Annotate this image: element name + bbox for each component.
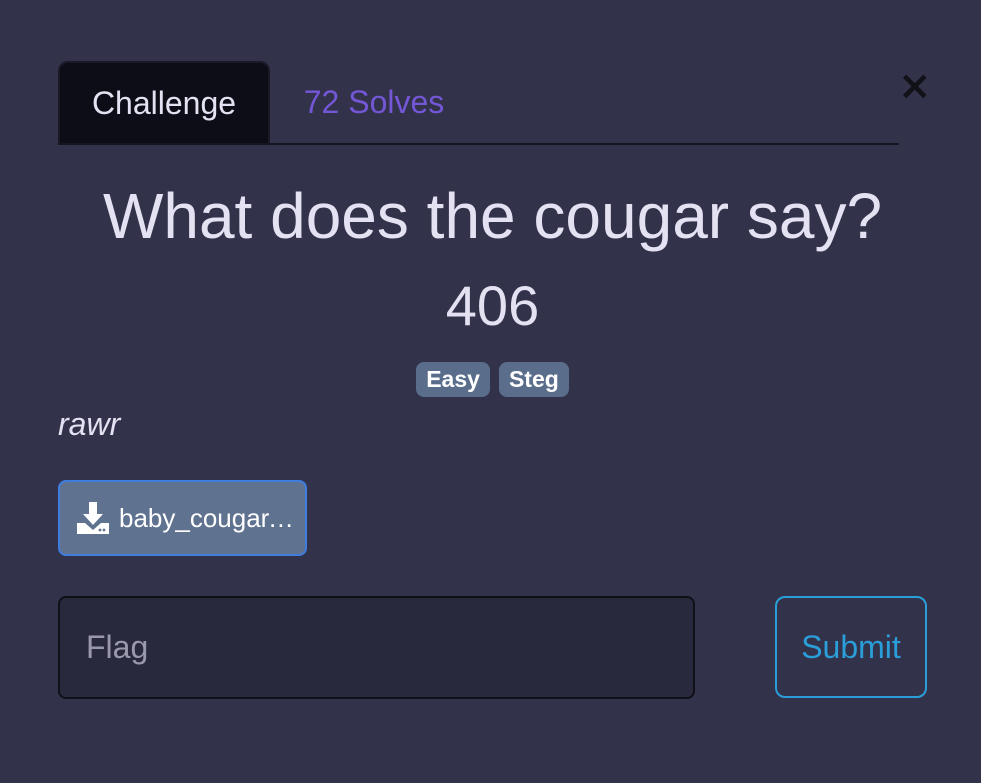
flag-input[interactable] bbox=[58, 596, 695, 699]
tab-challenge[interactable]: Challenge bbox=[58, 61, 270, 143]
file-name: baby_cougar.png bbox=[119, 502, 294, 533]
tag-badge: Steg bbox=[498, 362, 569, 397]
close-icon[interactable]: × bbox=[898, 66, 932, 106]
download-icon bbox=[77, 502, 109, 534]
tag-badge: Easy bbox=[416, 362, 490, 397]
submit-button[interactable]: Submit bbox=[775, 596, 927, 698]
challenge-title: What does the cougar say? bbox=[102, 180, 883, 252]
challenge-description: rawr bbox=[58, 406, 121, 442]
file-download-button[interactable]: baby_cougar.png bbox=[58, 480, 307, 556]
tab-solves[interactable]: 72 Solves bbox=[286, 61, 462, 143]
tag-list: Easy Steg bbox=[0, 362, 981, 397]
tab-bar: Challenge 72 Solves bbox=[58, 61, 899, 145]
challenge-modal: × Challenge 72 Solves What does the coug… bbox=[0, 0, 981, 783]
challenge-points: 406 bbox=[445, 274, 540, 337]
